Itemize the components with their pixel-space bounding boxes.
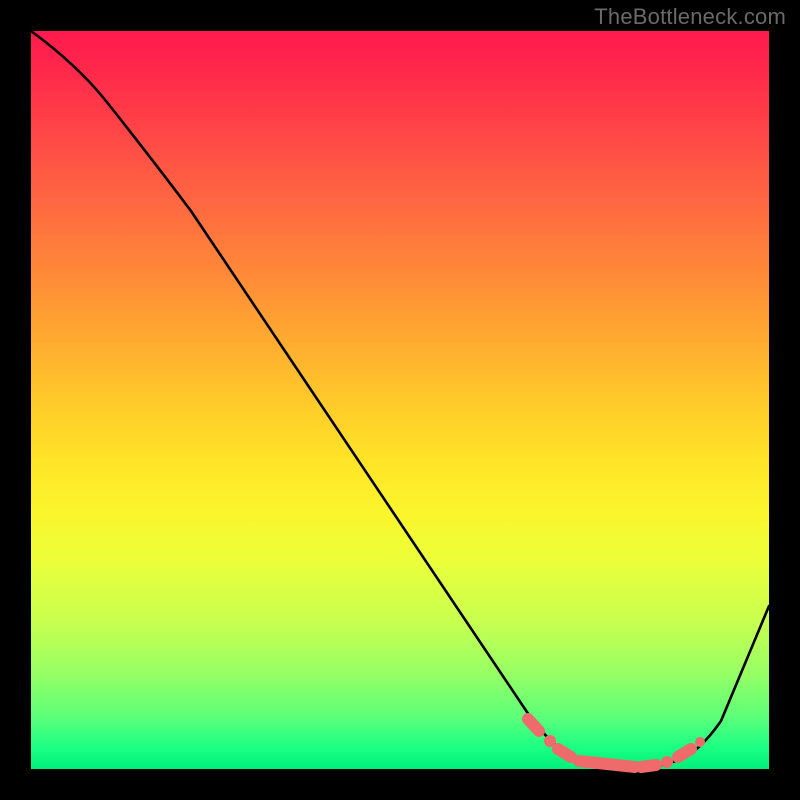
highlight-segment [528,719,539,731]
chart-frame: TheBottleneck.com [0,0,800,800]
chart-plot-area [31,31,769,769]
highlight-segment [579,761,635,767]
highlight-dot [695,737,705,747]
highlight-segment [558,749,571,757]
highlight-dot [661,756,673,768]
bottleneck-curve [31,31,769,769]
chart-curve-layer [31,31,769,769]
highlight-segment [641,765,656,767]
highlight-segment [678,749,691,757]
watermark-text: TheBottleneck.com [594,4,786,30]
